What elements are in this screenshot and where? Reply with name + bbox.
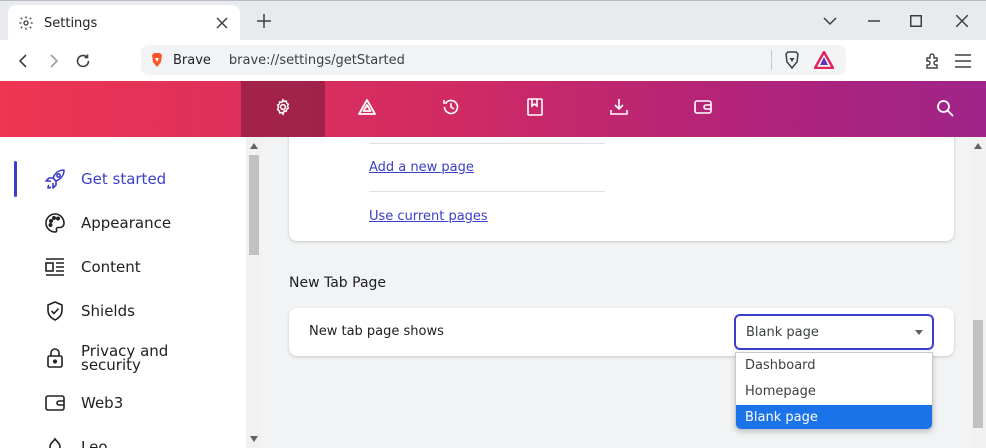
rewards-triangle-icon (358, 99, 376, 119)
header-settings-button[interactable] (241, 81, 325, 137)
sidebar-item-content[interactable]: Content (14, 249, 244, 285)
main-scrollbar[interactable] (970, 137, 986, 448)
main-scroll-thumb[interactable] (973, 320, 983, 428)
header-downloads-button[interactable] (577, 81, 661, 137)
tab-settings[interactable]: Settings (8, 5, 240, 41)
history-icon (442, 98, 460, 120)
menu-icon[interactable] (952, 50, 974, 72)
extensions-icon[interactable] (922, 50, 944, 72)
sidebar-item-label: Appearance (81, 214, 172, 232)
divider (369, 191, 605, 192)
tab-title: Settings (44, 15, 98, 31)
search-icon[interactable] (936, 99, 956, 119)
omnibox-brand: Brave (173, 52, 211, 68)
forward-icon[interactable] (42, 50, 64, 72)
scroll-up-icon[interactable] (974, 143, 982, 149)
sidebar-scrollbar[interactable] (246, 137, 262, 448)
rewards-triangle-icon[interactable] (814, 50, 834, 70)
sidebar-item-appearance[interactable]: Appearance (14, 205, 244, 241)
sidebar-item-shields[interactable]: Shields (14, 293, 244, 329)
wallet-icon (694, 99, 712, 119)
settings-header (0, 81, 986, 137)
sidebar-item-leo[interactable]: Leo (14, 429, 244, 448)
new-tab-card: New tab page shows Blank page (289, 308, 954, 356)
lock-icon (44, 347, 66, 369)
sidebar-item-label: Shields (81, 302, 135, 320)
bookmarks-icon (527, 98, 543, 120)
new-tab-options-list: Dashboard Homepage Blank page (735, 352, 933, 430)
rocket-icon (44, 168, 66, 190)
leo-icon (44, 436, 66, 448)
option-homepage[interactable]: Homepage (736, 379, 932, 404)
startup-pages-card: Add a new page Use current pages (289, 137, 954, 241)
gear-icon (274, 98, 292, 120)
sidebar-item-label: Content (81, 258, 141, 276)
browser-toolbar: Brave brave://settings/getStarted (0, 40, 986, 81)
url-text[interactable]: brave://settings/getStarted (229, 53, 771, 68)
use-current-pages-link[interactable]: Use current pages (369, 209, 488, 224)
chevron-down-icon (915, 329, 923, 335)
content-icon (44, 256, 66, 278)
sidebar-item-web3[interactable]: Web3 (14, 385, 244, 421)
wallet-icon (44, 392, 66, 414)
back-icon[interactable] (13, 50, 35, 72)
header-history-button[interactable] (409, 81, 493, 137)
sidebar-item-get-started[interactable]: Get started (14, 161, 244, 197)
new-tab-page-select[interactable]: Blank page (734, 314, 934, 350)
brave-shields-icon[interactable] (782, 50, 802, 70)
active-indicator (14, 161, 17, 197)
reload-icon[interactable] (72, 50, 94, 72)
tab-strip: Settings (0, 0, 986, 41)
header-bookmarks-button[interactable] (493, 81, 577, 137)
window-close-icon[interactable] (952, 11, 972, 31)
section-title: New Tab Page (289, 275, 387, 291)
header-rewards-button[interactable] (325, 81, 409, 137)
downloads-icon (610, 98, 628, 120)
select-value: Blank page (746, 324, 819, 340)
scroll-down-icon[interactable] (250, 436, 258, 442)
minimize-icon[interactable] (864, 11, 884, 31)
close-icon[interactable] (214, 15, 230, 31)
chevron-down-icon[interactable] (820, 11, 840, 31)
header-wallet-button[interactable] (661, 81, 745, 137)
scroll-up-icon[interactable] (250, 143, 258, 149)
brave-lion-icon (149, 52, 165, 68)
shield-check-icon (44, 300, 66, 322)
settings-sidebar: Get started Appearance Content Shields P… (0, 137, 246, 448)
sidebar-scroll-thumb[interactable] (249, 155, 259, 255)
palette-icon (44, 212, 66, 234)
sidebar-item-label: Leo (81, 438, 108, 448)
gear-icon (18, 14, 36, 32)
sidebar-item-privacy[interactable]: Privacy and security (14, 337, 244, 379)
option-blank-page[interactable]: Blank page (736, 405, 932, 429)
address-bar[interactable]: Brave brave://settings/getStarted (141, 45, 846, 75)
add-new-page-link[interactable]: Add a new page (369, 160, 474, 175)
plus-icon[interactable] (254, 11, 274, 31)
new-tab-shows-label: New tab page shows (309, 324, 444, 339)
option-dashboard[interactable]: Dashboard (736, 353, 932, 378)
sidebar-item-label: Web3 (81, 394, 124, 412)
sidebar-item-label: Privacy and security (81, 342, 169, 374)
maximize-icon[interactable] (906, 11, 926, 31)
sidebar-item-label: Get started (81, 170, 167, 188)
divider (369, 143, 605, 144)
omnibox-divider (771, 50, 772, 70)
